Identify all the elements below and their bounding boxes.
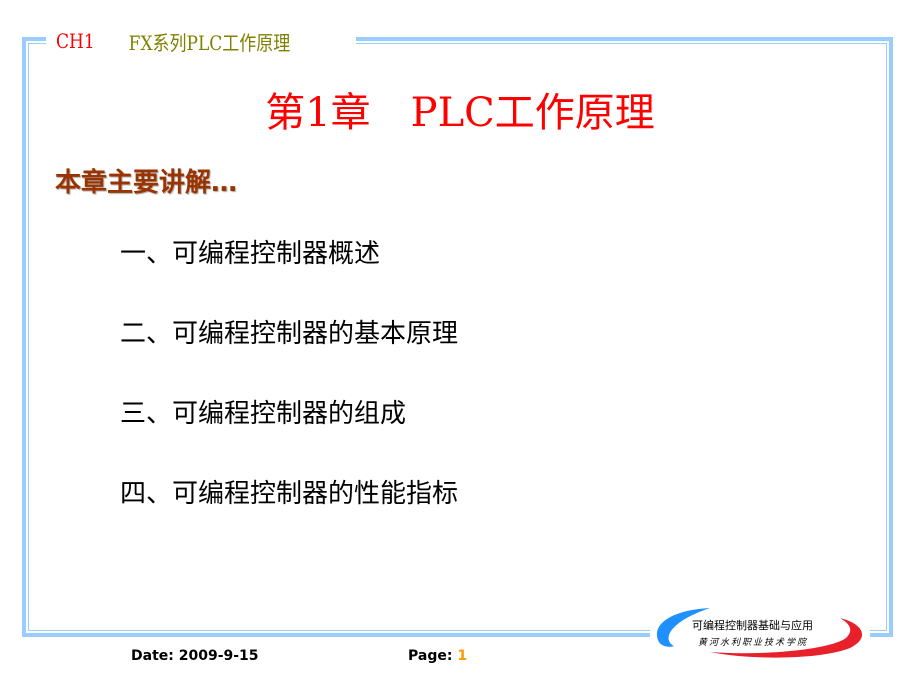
- list-item: 三、可编程控制器的组成: [120, 399, 407, 429]
- institution-logo: 可编程控制器基础与应用 黄河水利职业技术学院: [650, 600, 870, 660]
- footer-page: Page: 1: [408, 648, 467, 664]
- slide-header: CH1 FX系列PLC工作原理: [56, 28, 291, 55]
- logo-text-school: 黄河水利职业技术学院: [698, 638, 809, 648]
- slide-title: 第1章 PLC工作原理: [0, 80, 920, 138]
- logo-text-course: 可编程控制器基础与应用: [692, 619, 813, 632]
- page-label: Page:: [408, 648, 453, 664]
- page-number: 1: [457, 648, 468, 664]
- list-item: 一、可编程控制器概述: [120, 239, 381, 269]
- footer-date: Date: 2009-9-15: [131, 648, 259, 664]
- date-value: 2009-9-15: [178, 648, 259, 664]
- slide-subtitle: 本章主要讲解…: [55, 168, 238, 198]
- date-label: Date:: [131, 648, 174, 664]
- list-item: 四、可编程控制器的性能指标: [120, 479, 459, 509]
- course-title: FX系列PLC工作原理: [128, 30, 291, 55]
- chapter-code: CH1: [56, 29, 95, 53]
- title-chapter: 第1章: [265, 90, 371, 136]
- list-item: 二、可编程控制器的基本原理: [120, 319, 459, 349]
- title-topic: PLC工作原理: [410, 90, 655, 136]
